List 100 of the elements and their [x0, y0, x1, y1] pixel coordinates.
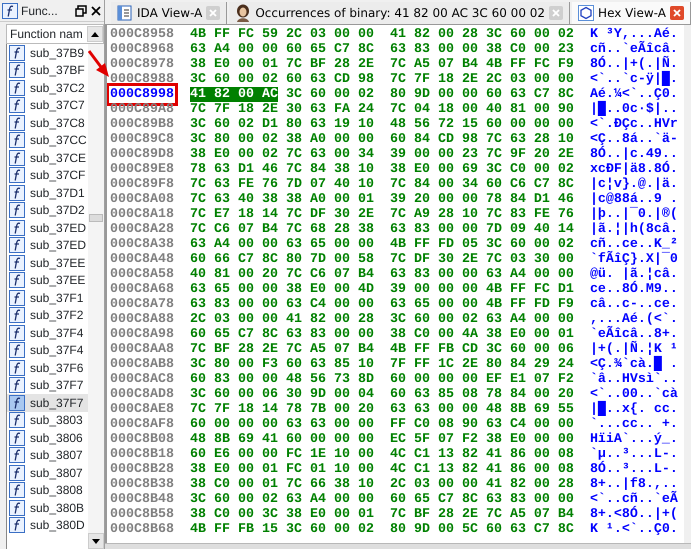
function-name[interactable]: sub_3807	[30, 464, 83, 482]
function-name[interactable]: sub_37BF	[30, 61, 85, 80]
function-name[interactable]: sub_37CF	[30, 166, 86, 184]
column-header[interactable]: Function nam	[6, 24, 104, 44]
ascii-text: cñ..ce..K_²	[590, 237, 678, 252]
function-icon	[9, 430, 25, 446]
hex-bytes: 63 83 00 00 63 C4 00 00	[190, 297, 374, 312]
scrollbar[interactable]	[684, 25, 691, 543]
hex-bytes: 63 63 00 00 48 8B 69 55	[390, 402, 574, 417]
function-item[interactable]: sub_37C2	[7, 79, 88, 96]
function-item[interactable]: sub_37F4	[7, 324, 88, 342]
address: 000C8AF8	[110, 417, 174, 432]
function-name[interactable]: sub_380D	[30, 516, 85, 534]
function-item[interactable]: sub_37F7	[7, 376, 88, 394]
scroll-thumb[interactable]	[89, 214, 103, 222]
document-icon	[117, 5, 133, 21]
tab[interactable]: Hex View-A	[572, 2, 691, 24]
function-item[interactable]: sub_37ED	[7, 236, 88, 254]
close-icon[interactable]	[90, 4, 102, 16]
function-name[interactable]: sub_37D2	[30, 201, 85, 220]
hex-bytes: 4B FF FD 05 3C 60 00 02	[390, 237, 574, 252]
tab[interactable]: IDA View-A	[111, 2, 228, 24]
function-item[interactable]: sub_37F7	[7, 394, 88, 412]
ascii-text: K ³Y,...Aé.	[590, 27, 678, 42]
function-name[interactable]: sub_37CE	[30, 148, 86, 167]
function-name[interactable]: sub_37F4	[30, 341, 84, 360]
function-item[interactable]: sub_37CF	[7, 166, 88, 184]
function-name[interactable]: sub_37F7	[30, 376, 84, 394]
function-item[interactable]: sub_3808	[7, 482, 88, 499]
function-name[interactable]: sub_37D1	[30, 184, 85, 202]
tab[interactable]: Occurrences of binary: 41 82 00 AC 3C 60 00 02	[229, 2, 570, 24]
function-icon	[9, 412, 25, 428]
function-name[interactable]: sub_37EE	[30, 271, 86, 290]
function-name[interactable]: sub_37C8	[30, 114, 85, 132]
function-item[interactable]: sub_37B9	[7, 44, 88, 62]
function-name[interactable]: sub_37C2	[30, 78, 85, 97]
function-name[interactable]: sub_3807	[30, 446, 83, 464]
function-name[interactable]: sub_37F6	[30, 358, 84, 377]
function-name[interactable]: sub_37CC	[30, 131, 87, 150]
function-name[interactable]: sub_3803	[30, 411, 83, 430]
function-name[interactable]: sub_37B9	[30, 44, 84, 62]
function-item[interactable]: sub_37ED	[7, 219, 88, 236]
address: 000C89E8	[110, 162, 174, 177]
function-name[interactable]: sub_37F1	[30, 288, 84, 307]
hex-bytes: 63 83 00 00 63 A4 00 00	[390, 267, 574, 282]
hex-bytes: 7C 7F 18 14 78 7B 00 20	[190, 402, 374, 417]
restore-icon[interactable]	[75, 4, 87, 16]
function-name[interactable]: sub_3806	[30, 428, 83, 447]
function-name[interactable]: sub_37F2	[30, 306, 84, 324]
ascii-text: |þ..|¯0.|®(	[590, 207, 678, 222]
hex-bytes: 63 83 00 00 38 C0 00 23	[390, 42, 574, 57]
function-icon	[9, 44, 25, 61]
ascii-text: |c¦v}.@.|ä.	[590, 177, 678, 192]
function-item[interactable]: sub_37BF	[7, 62, 88, 79]
function-name[interactable]: sub_37ED	[30, 218, 86, 237]
function-name[interactable]: sub_3808	[30, 481, 83, 500]
address: 000C8A38	[110, 237, 174, 252]
scrollbar[interactable]	[105, 543, 691, 549]
function-name[interactable]: sub_37EE	[30, 254, 86, 272]
function-name[interactable]: sub_37F4	[30, 324, 84, 342]
function-item[interactable]: sub_37CE	[7, 149, 88, 166]
address: 000C8B08	[110, 432, 174, 447]
function-name[interactable]: sub_37F7	[30, 394, 84, 412]
ascii-text: K ¹.<`..Ç0.	[590, 522, 678, 537]
function-item[interactable]: sub_380D	[7, 516, 88, 534]
function-name[interactable]: sub_37ED	[30, 236, 86, 254]
ascii-text: 8Ó..|+(.|Ñ.	[590, 57, 678, 72]
hex-bytes: 4C C1 13 82 41 86 00 08	[390, 447, 574, 462]
scroll-down-button[interactable]	[88, 533, 104, 549]
hex-bytes: 60 E6 00 00 FC 1E 10 00	[190, 447, 374, 462]
address: 000C8A28	[110, 222, 174, 237]
function-item[interactable]: sub_37EE	[7, 272, 88, 289]
function-item[interactable]: sub_3807	[7, 464, 88, 482]
function-item[interactable]: sub_37F6	[7, 359, 88, 376]
function-item[interactable]: sub_37F4	[7, 342, 88, 359]
address: 000C8AB8	[110, 357, 174, 372]
function-item[interactable]: sub_3807	[7, 446, 88, 464]
function-name[interactable]: sub_37C7	[30, 96, 85, 114]
function-item[interactable]: sub_37C7	[7, 96, 88, 114]
function-item[interactable]: sub_37D1	[7, 184, 88, 202]
function-item[interactable]: sub_3803	[7, 412, 88, 429]
function-item[interactable]: sub_3806	[7, 429, 88, 446]
ascii-text: ce..8Ó.M9..	[590, 282, 678, 297]
function-item[interactable]: sub_37C8	[7, 114, 88, 132]
function-icon	[9, 220, 25, 236]
ascii-text: 8+..|f8.,..	[590, 477, 678, 492]
function-item[interactable]: sub_37F1	[7, 289, 88, 306]
function-item[interactable]: sub_380B	[7, 499, 88, 516]
address: 000C8B48	[110, 492, 174, 507]
hex-bytes: 39 20 00 00 78 84 D1 46	[390, 192, 574, 207]
hex-bytes: 60 84 CD 98 7C 63 28 10	[390, 132, 574, 147]
function-item[interactable]: sub_37F2	[7, 306, 88, 324]
hex-bytes: 63 65 00 00 38 E0 00 4D	[190, 282, 374, 297]
function-name[interactable]: sub_380B	[30, 498, 84, 517]
address: 000C8A78	[110, 297, 174, 312]
function-item[interactable]: sub_37EE	[7, 254, 88, 272]
function-item[interactable]: sub_37D2	[7, 202, 88, 219]
hex-bytes: 60 00 00 00 63 63 00 00	[190, 417, 374, 432]
scroll-up-button[interactable]	[87, 26, 103, 42]
function-item[interactable]: sub_37CC	[7, 132, 88, 149]
